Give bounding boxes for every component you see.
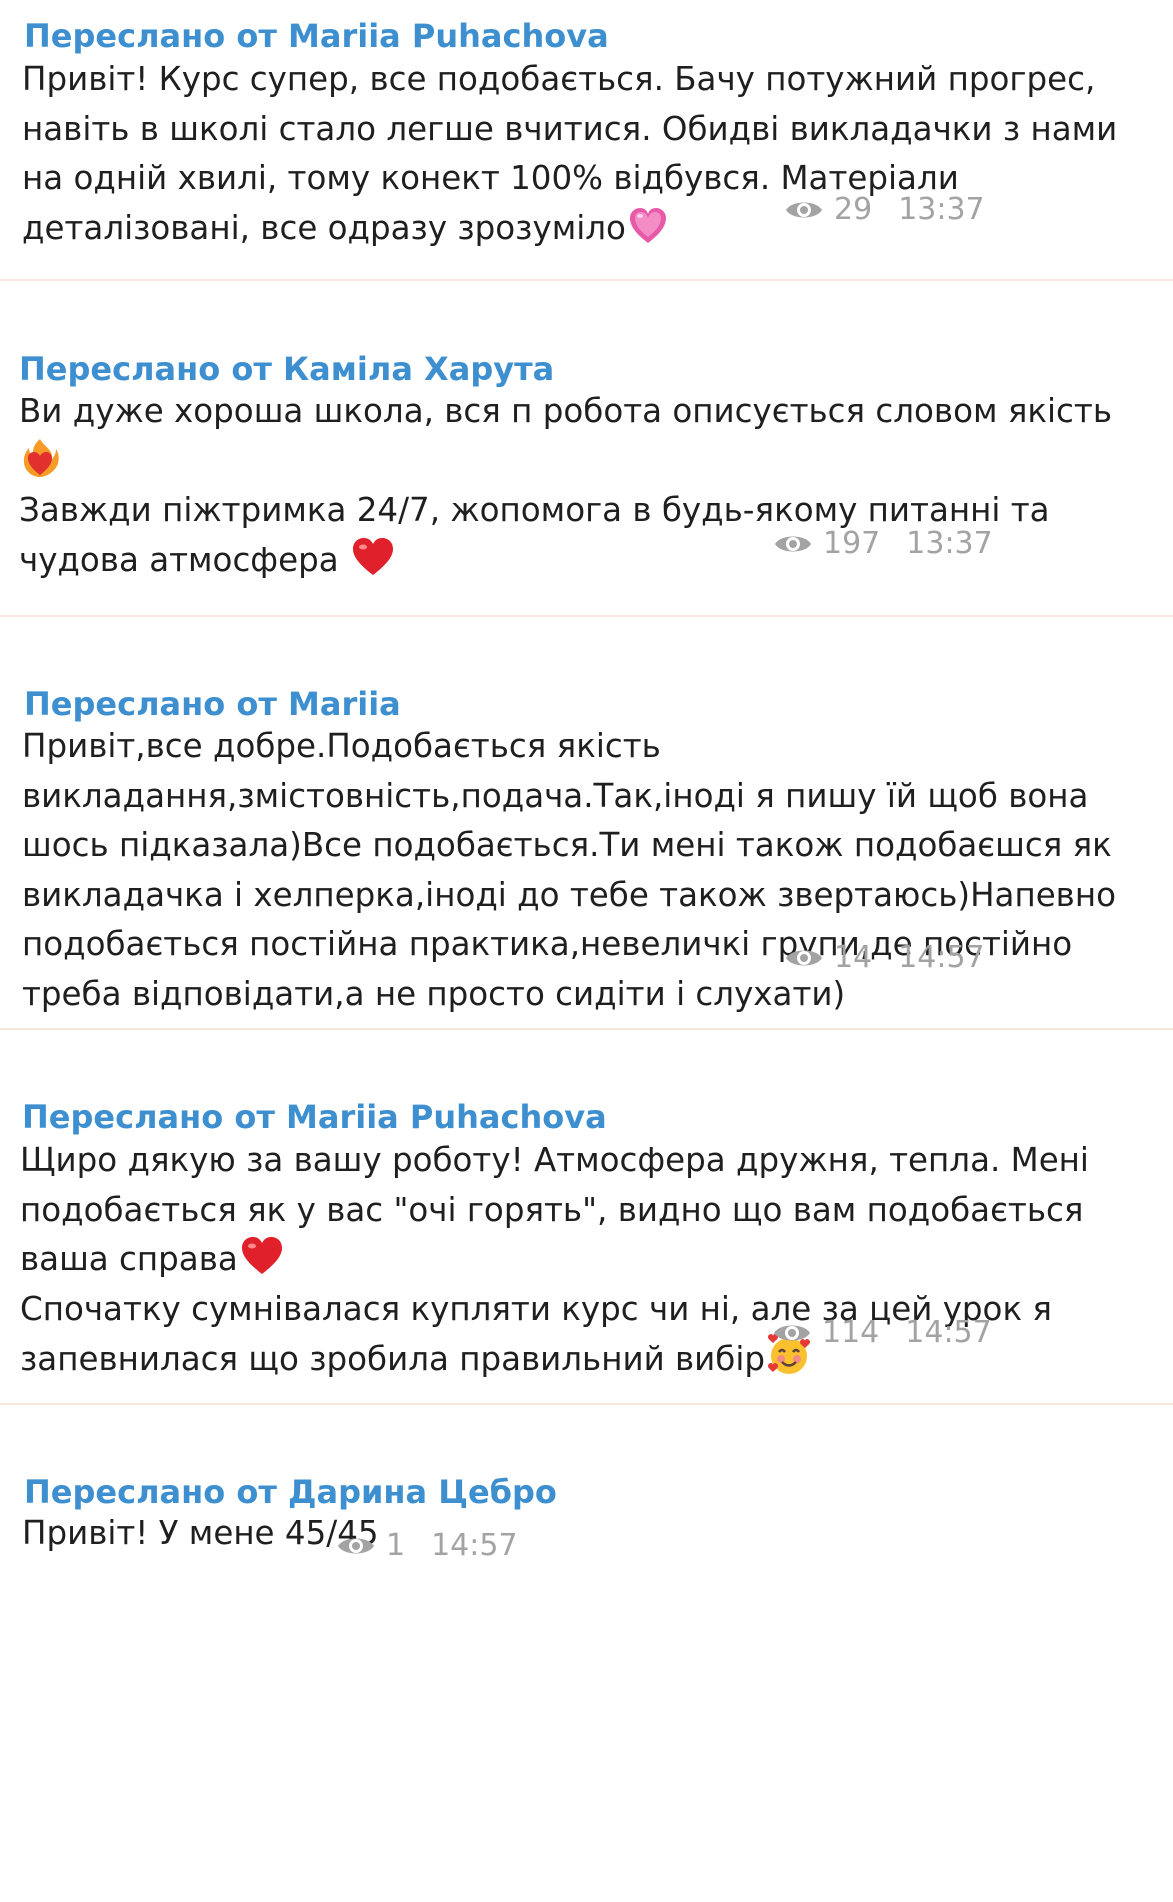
message-meta: 1 14:57 [336,1526,518,1566]
eye-icon [336,1533,376,1559]
message-time: 14:57 [898,940,985,975]
separator [0,1028,1173,1030]
message-line: Привіт! Курс супер, все подобається. Бач… [22,60,1096,98]
message-line: шось підказала)Все подобається.Ти мені т… [22,826,1112,864]
eye-icon [773,531,813,557]
message-line: Щиро дякую за вашу роботу! Атмосфера дру… [20,1141,1089,1179]
view-count: 1 [386,1528,406,1563]
red-heart-emoji [240,1236,284,1291]
forwarded-from-link[interactable]: Переслано от Дарина Цебро [24,1472,557,1512]
message-time: 14:57 [431,1528,518,1563]
message-meta: 197 13:37 [773,524,993,564]
message-line: Привіт,все добре.Подобається якість [22,727,661,765]
red-heart-emoji [351,537,395,592]
message-line: викладання,змістовність,подача.Так,іноді… [22,776,1089,815]
message-meta: 114 14:57 [772,1313,992,1353]
message-line: подобається як у вас "очі горять", видно… [20,1190,1084,1229]
message-time: 13:37 [906,526,993,561]
view-count: 29 [834,192,873,227]
message-line: ваша справа [20,1235,1089,1285]
message-line: Привіт! У мене 45/45 [22,1514,379,1552]
pink-heart-emoji [628,207,668,260]
message-line-text: чудова атмосфера [19,540,339,579]
separator [0,279,1173,281]
message-line-text: запевнилася що зробила правильний вибір [20,1340,766,1378]
message-time: 13:37 [898,192,985,227]
message-line [19,437,1112,487]
heart-on-fire-emoji [19,437,61,494]
eye-icon [784,197,824,223]
message-line-text: деталізовані, все одразу зрозуміло [22,208,626,247]
view-count: 14 [834,940,873,975]
message-line: викладачка і хелперка,іноді до тебе тако… [22,875,1116,914]
forwarded-from-link[interactable]: Переслано от Mariia Puhachova [24,16,609,56]
eye-icon [784,945,824,971]
eye-icon [772,1320,812,1346]
message-text: Привіт! У мене 45/45 [22,1509,379,1559]
message-line: Ви дуже хороша школа, вся п робота опису… [19,392,1112,430]
forwarded-from-link[interactable]: Переслано от Каміла Харута [19,349,554,389]
message-line-text: ваша справа [20,1240,238,1278]
message-line: навіть в школі стало легше вчитися. Обид… [22,109,1118,148]
view-count: 114 [822,1315,880,1350]
message-time: 14:57 [905,1315,992,1350]
forwarded-from-link[interactable]: Переслано от Mariia Puhachova [22,1097,607,1137]
message-meta: 14 14:57 [784,938,985,978]
forwarded-from-link[interactable]: Переслано от Mariia [24,684,401,724]
separator [0,1403,1173,1405]
message-meta: 29 13:37 [784,190,985,230]
separator [0,615,1173,617]
view-count: 197 [823,526,881,561]
